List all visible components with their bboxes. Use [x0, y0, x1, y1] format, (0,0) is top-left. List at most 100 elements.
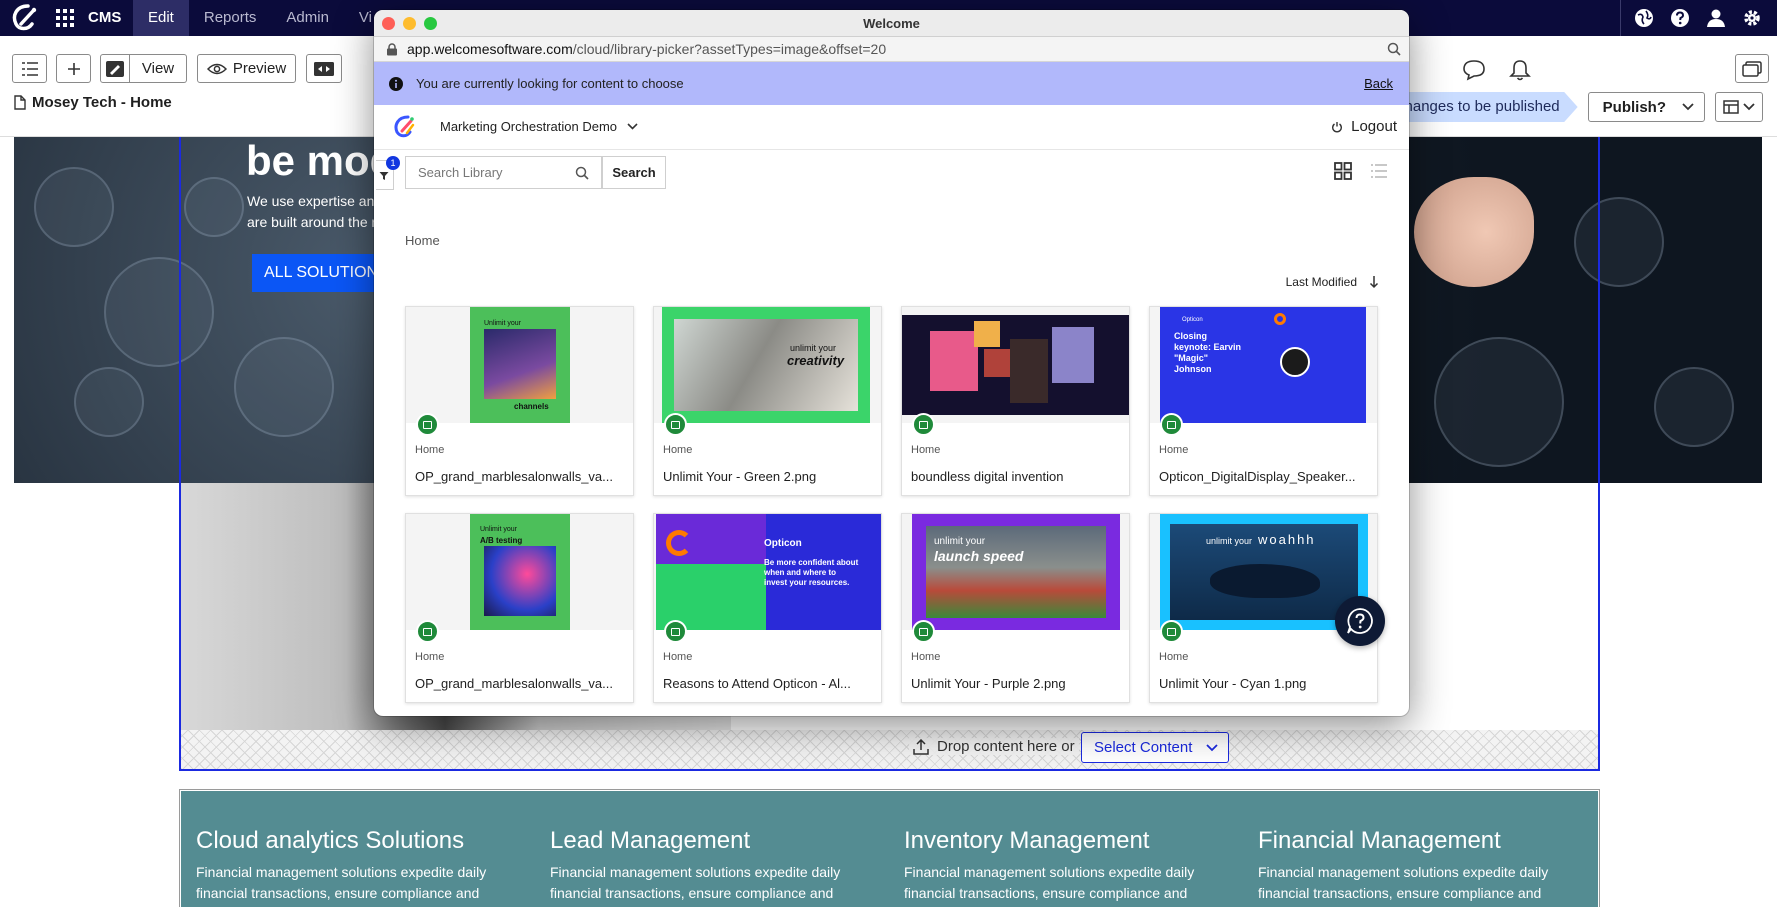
nav-reports[interactable]: Reports — [189, 0, 272, 36]
decoration — [666, 530, 692, 556]
drop-label-text: Drop content here or — [937, 738, 1075, 755]
feature-title: Cloud analytics Solutions — [196, 827, 465, 854]
info-icon — [389, 77, 403, 91]
thumbnail-photo — [1052, 327, 1094, 383]
window-controls — [382, 17, 437, 30]
feature-title: Financial Management — [1258, 827, 1501, 854]
feature-text: Financial management solutions expedite … — [904, 864, 1195, 901]
logout-label: Logout — [1351, 118, 1397, 135]
feature-column: Inventory Management Financial managemen… — [889, 791, 1243, 907]
close-window-button[interactable] — [382, 17, 395, 30]
comments-icon[interactable] — [1461, 58, 1487, 82]
maximize-window-button[interactable] — [424, 17, 437, 30]
drop-label: Drop content here or — [909, 738, 1079, 755]
tree-list-icon — [21, 61, 38, 76]
features-section: Cloud analytics Solutions Financial mana… — [181, 791, 1598, 907]
chevron-down-icon — [1743, 103, 1755, 111]
thumbnail-photo — [974, 321, 1000, 347]
asset-name: Unlimit Your - Cyan 1.png — [1159, 676, 1307, 691]
search-button[interactable]: Search — [602, 156, 666, 189]
grid-view-icon[interactable] — [1333, 161, 1353, 181]
compare-icon — [314, 61, 334, 76]
organization-switcher[interactable]: Marketing Orchestration Demo — [440, 119, 638, 134]
nav-edit[interactable]: Edit — [133, 0, 189, 36]
globe-icon[interactable] — [1633, 7, 1655, 29]
bokeh-decoration — [74, 367, 144, 437]
optimizely-logo-icon[interactable] — [6, 2, 42, 34]
sort-label: Last Modified — [1285, 275, 1357, 289]
preview-button[interactable]: Preview — [197, 54, 296, 83]
sort-control[interactable]: Last Modified — [1286, 275, 1379, 289]
asset-card[interactable]: unlimit your creativity Home Unlimit You… — [653, 306, 882, 496]
asset-thumbnail: unlimit your creativity — [654, 307, 881, 423]
speaker-photo — [1280, 347, 1310, 377]
asset-name: Reasons to Attend Opticon - Al... — [663, 676, 851, 691]
library-breadcrumb[interactable]: Home — [405, 233, 440, 248]
asset-location: Home — [1159, 444, 1189, 456]
app-switcher-icon[interactable] — [56, 9, 74, 27]
thumbnail-photo — [484, 546, 556, 616]
library-header: Marketing Orchestration Demo Logout — [374, 105, 1409, 150]
asset-card[interactable]: Unlimit your A/B testing Home OP_grand_m… — [405, 513, 634, 703]
navigation-pane-button[interactable] — [12, 54, 47, 83]
asset-thumbnail: unlimit your launch speed — [902, 514, 1129, 630]
gear-icon[interactable] — [1741, 7, 1763, 29]
asset-name: boundless digital invention — [911, 469, 1064, 484]
bokeh-decoration — [1654, 367, 1734, 447]
window-title: Welcome — [863, 16, 920, 31]
asset-thumbnail: Closing keynote: Earvin "Magic" Johnson … — [1150, 307, 1377, 423]
select-content-label: Select Content — [1094, 739, 1193, 756]
search-library-input[interactable]: Search Library — [405, 156, 602, 189]
thumbnail-text: launch speed — [934, 548, 1024, 564]
chevron-down-icon — [1682, 103, 1694, 111]
asset-card[interactable]: unlimit your launch speed Home Unlimit Y… — [901, 513, 1130, 703]
edit-mode-button[interactable] — [100, 54, 130, 83]
user-icon[interactable] — [1705, 7, 1727, 29]
asset-name: OP_grand_marblesalonwalls_va... — [415, 676, 613, 691]
nav-admin[interactable]: Admin — [271, 0, 344, 36]
publish-label: Publish? — [1602, 98, 1666, 116]
minimize-window-button[interactable] — [403, 17, 416, 30]
thumbnail-text: Unlimit your — [484, 320, 521, 327]
logout-button[interactable]: Logout — [1331, 118, 1397, 135]
view-button[interactable]: View — [130, 54, 187, 83]
chevron-down-icon — [1206, 743, 1219, 751]
compare-button[interactable] — [306, 54, 342, 83]
asset-thumbnail: Unlimit your channels — [406, 307, 633, 423]
divider — [1620, 0, 1621, 36]
asset-thumbnail — [902, 307, 1129, 423]
add-button[interactable] — [56, 54, 91, 83]
asset-card[interactable]: Opticon Be more confident about when and… — [653, 513, 882, 703]
asset-name: Unlimit Your - Purple 2.png — [911, 676, 1066, 691]
url-path: /cloud/library-picker?assetTypes=image&o… — [572, 41, 887, 57]
folders-icon — [1742, 60, 1762, 77]
asset-card[interactable]: Closing keynote: Earvin "Magic" Johnson … — [1149, 306, 1378, 496]
thumbnail-image: Unlimit your channels — [470, 307, 570, 423]
content-dropzone[interactable]: Drop content here or Select Content — [181, 730, 1598, 769]
filter-count-badge: 1 — [386, 156, 400, 170]
thumbnail-image — [902, 315, 1129, 415]
thumbnail-image: Opticon Be more confident about when and… — [656, 514, 881, 630]
asset-thumbnail: Opticon Be more confident about when and… — [654, 514, 881, 630]
layout-options-button[interactable] — [1715, 92, 1763, 122]
image-type-icon — [664, 620, 687, 643]
asset-location: Home — [415, 651, 445, 663]
select-content-button[interactable]: Select Content — [1081, 732, 1230, 763]
list-view-icon[interactable] — [1369, 161, 1389, 181]
notifications-bell-icon[interactable] — [1507, 58, 1533, 82]
url-host: app.welcomesoftware.com — [407, 41, 573, 57]
assets-pane-button[interactable] — [1735, 54, 1769, 83]
help-chat-icon — [1347, 608, 1373, 634]
asset-card[interactable]: Unlimit your channels Home OP_grand_marb… — [405, 306, 634, 496]
help-chat-button[interactable] — [1335, 596, 1385, 646]
thumbnail-text: unlimit your — [1206, 536, 1253, 546]
asset-card[interactable]: Home boundless digital invention — [901, 306, 1130, 496]
zoom-icon[interactable] — [1387, 42, 1401, 56]
window-titlebar: Welcome — [374, 10, 1409, 37]
publish-button[interactable]: Publish? — [1587, 92, 1705, 122]
help-icon[interactable] — [1669, 7, 1691, 29]
welcome-logo-icon[interactable] — [391, 114, 417, 140]
chevron-down-icon — [627, 123, 638, 130]
address-bar[interactable]: app.welcomesoftware.com/cloud/library-pi… — [374, 37, 1409, 62]
back-link[interactable]: Back — [1364, 62, 1393, 105]
